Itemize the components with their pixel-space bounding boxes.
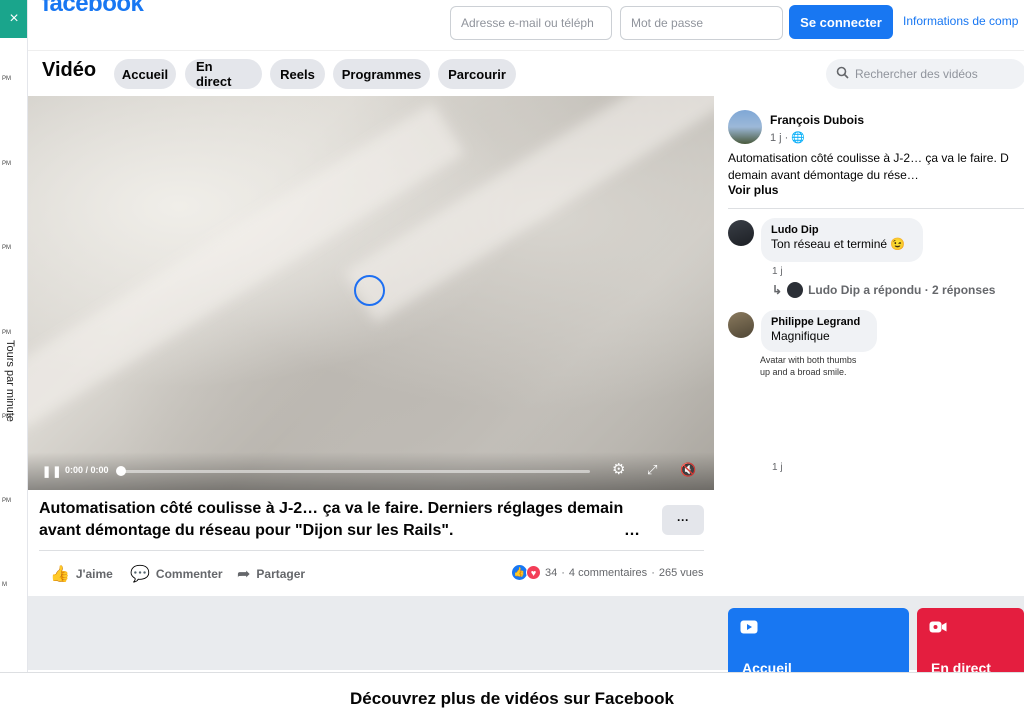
see-more-link[interactable]: Voir plus: [728, 183, 778, 197]
tick-label: PM: [2, 498, 11, 504]
account-info-link[interactable]: Informations de comp: [903, 14, 1018, 28]
thumbs-up-icon: 👍: [50, 566, 70, 583]
pause-button[interactable]: ❚❚: [42, 465, 62, 478]
comments-panel: François Dubois 1 j · 🌐 Automatisation c…: [714, 96, 1024, 596]
axis-label: Tours par minute: [4, 340, 16, 422]
playback-time: 0:00 / 0:00: [65, 465, 109, 475]
commenter-avatar[interactable]: [728, 220, 754, 246]
separator: ·: [561, 566, 565, 579]
post-text-line: demain avant démontage du rése…: [728, 168, 919, 182]
replies-link[interactable]: ↳ Ludo Dip a répondu · 2 réponses: [772, 282, 995, 298]
email-field[interactable]: Adresse e-mail ou téléph: [450, 6, 612, 40]
footer-title: Découvrez plus de vidéos sur Facebook: [349, 689, 675, 708]
tick-label: PM: [2, 330, 11, 336]
tick-label: PM: [2, 245, 11, 251]
comment-time: 1 j: [772, 266, 783, 277]
more-options-button[interactable]: ···: [662, 505, 704, 535]
views-count: 265 vues: [658, 566, 704, 579]
search-placeholder: Rechercher des vidéos: [855, 67, 978, 81]
replies-label: Ludo Dip a répondu · 2 réponses: [808, 283, 996, 297]
fullscreen-icon[interactable]: ⤢: [647, 462, 657, 478]
card-accueil[interactable]: Accueil: [728, 608, 909, 676]
divider: [39, 550, 704, 551]
page-title: Vidéo: [42, 59, 97, 81]
like-button[interactable]: 👍 J'aime: [50, 564, 113, 584]
reactions-count[interactable]: 34: [545, 567, 557, 579]
close-modal-button[interactable]: ×: [0, 0, 27, 38]
post-timestamp: 1 j · 🌐: [770, 132, 806, 144]
share-button[interactable]: ➦ Partager: [237, 564, 305, 584]
close-icon: ×: [9, 10, 19, 27]
comment-text: Magnifique: [771, 329, 830, 343]
post-text-line: Automatisation côté coulisse à J-2… ça v…: [728, 151, 1009, 165]
tab-reels[interactable]: Reels: [270, 59, 325, 89]
divider: [728, 208, 1024, 209]
background-page-strip: × PM PM PM PM PM PM M Tours par minute: [0, 0, 28, 672]
image-alt-text: Avatar with both thumbs up and a broad s…: [760, 355, 857, 377]
progress-knob[interactable]: [116, 466, 126, 476]
login-button[interactable]: Se connecter: [789, 5, 893, 39]
comment-label: Commenter: [155, 567, 223, 581]
reply-arrow-icon: ↳: [772, 283, 783, 297]
share-arrow-icon: ➦: [237, 566, 251, 583]
commenter-name[interactable]: Ludo Dip: [771, 224, 913, 236]
video-player[interactable]: ❚❚ 0:00 / 0:00 ⚙ ⤢ 🔇: [28, 96, 714, 490]
reply-avatar: [787, 282, 804, 298]
loading-spinner-icon: [354, 275, 385, 306]
commenter-name[interactable]: Philippe Legrand: [771, 316, 867, 328]
caption-expand[interactable]: …: [624, 522, 640, 540]
love-reaction-icon: ♥: [526, 565, 541, 580]
comments-count[interactable]: 4 commentaires: [569, 567, 647, 579]
speech-bubble-icon: 💬: [130, 566, 150, 583]
search-input[interactable]: Rechercher des vidéos: [826, 59, 1024, 89]
comment-bubble: Philippe Legrand Magnifique: [761, 310, 877, 352]
share-label: Partager: [256, 567, 306, 581]
live-camera-icon: [929, 620, 947, 638]
page: × PM PM PM PM PM PM M Tours par minute f…: [0, 0, 1024, 720]
tick-label: M: [2, 582, 7, 588]
author-name[interactable]: François Dubois: [770, 113, 864, 127]
top-header: facebook Adresse e-mail ou téléph Mot de…: [28, 0, 1024, 46]
commenter-avatar[interactable]: [728, 312, 754, 338]
tab-parcourir[interactable]: Parcourir: [438, 59, 516, 89]
like-reaction-icon: 👍: [512, 565, 527, 580]
comment-button[interactable]: 💬 Commenter: [130, 564, 223, 584]
tab-accueil[interactable]: Accueil: [114, 59, 176, 89]
tab-en-direct[interactable]: En direct: [185, 59, 262, 89]
player-controls: ❚❚ 0:00 / 0:00 ⚙ ⤢ 🔇: [28, 452, 714, 490]
search-icon: [836, 66, 849, 82]
tab-programmes[interactable]: Programmes: [333, 59, 430, 89]
progress-bar[interactable]: [120, 470, 590, 473]
tick-label: PM: [2, 161, 11, 167]
post-text: Automatisation côté coulisse à J-2… ça v…: [728, 150, 1024, 184]
like-label: J'aime: [75, 567, 113, 581]
tick-label: PM: [2, 76, 11, 82]
footer: Découvrez plus de vidéos sur Facebook: [0, 672, 1024, 720]
facebook-logo[interactable]: facebook: [42, 0, 144, 18]
settings-gear-icon[interactable]: ⚙: [612, 460, 625, 478]
password-field[interactable]: Mot de passe: [620, 6, 783, 40]
comment-bubble: Ludo Dip Ton réseau et terminé 😉: [761, 218, 923, 262]
post-stats: 👍 ♥ 34 · 4 commentaires · 265 vues: [512, 565, 704, 580]
comment-time: 1 j: [772, 462, 783, 473]
card-en-direct[interactable]: En direct: [917, 608, 1024, 676]
separator: ·: [651, 566, 655, 579]
volume-muted-icon[interactable]: 🔇: [680, 462, 696, 478]
post-caption: Automatisation côté coulisse à J-2… ça v…: [39, 500, 624, 539]
play-icon: [740, 620, 758, 638]
author-avatar[interactable]: [728, 110, 762, 144]
comment-text: Ton réseau et terminé 😉: [771, 237, 906, 251]
video-subnav: Vidéo Accueil En direct Reels Programmes…: [28, 50, 1024, 94]
